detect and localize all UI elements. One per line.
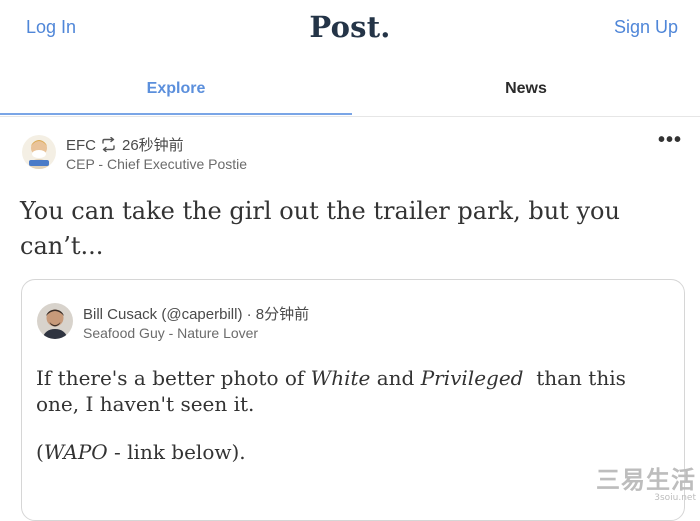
quoted-emphasis: Privileged (420, 366, 524, 390)
quoted-author-avatar[interactable] (37, 303, 73, 339)
quoted-emphasis: WAPO (43, 440, 108, 464)
quoted-post-card[interactable]: Bill Cusack (@caperbill) · 8分钟前 Seafood … (21, 279, 685, 521)
quoted-author-name[interactable]: Bill Cusack (@caperbill) (83, 306, 242, 323)
post-header: EFC 26秒钟前 CEP - Chief Executive Postie ••… (22, 129, 682, 175)
site-watermark: 三易生活 3soiu.net (596, 467, 696, 503)
quoted-author-line: Bill Cusack (@caperbill) · 8分钟前 (83, 303, 309, 324)
quoted-author-subtitle: Seafood Guy - Nature Lover (83, 325, 259, 341)
tab-news[interactable]: News (352, 62, 700, 115)
post-body: You can take the girl out the trailer pa… (20, 197, 620, 260)
post-author-name[interactable]: EFC (66, 137, 96, 154)
watermark-url: 3soiu.net (654, 493, 696, 503)
top-header: Log In Post. Sign Up (0, 0, 700, 58)
quoted-post-time: 8分钟前 (255, 306, 310, 323)
quoted-paragraph-1: If there's a better photo of White and P… (36, 365, 656, 417)
quoted-post-body: If there's a better photo of White and P… (36, 365, 656, 465)
separator-dot: · (246, 306, 252, 323)
post-logo[interactable]: Post. (0, 10, 700, 44)
quoted-text-segment: - link below). (107, 440, 246, 464)
repost-icon (100, 136, 117, 156)
tab-bar: Explore News (0, 62, 700, 117)
ellipsis-icon[interactable]: ••• (658, 129, 682, 152)
post-author-line: EFC 26秒钟前 (66, 134, 184, 156)
signup-link[interactable]: Sign Up (614, 17, 678, 38)
quoted-text-segment: ( (36, 440, 44, 464)
quoted-paragraph-2: (WAPO - link below). (36, 439, 656, 465)
post-time: 26秒钟前 (122, 137, 184, 154)
author-avatar[interactable] (22, 135, 56, 169)
watermark-text: 三易生活 (596, 466, 696, 494)
post-author-subtitle: CEP - Chief Executive Postie (66, 156, 248, 172)
quoted-text-segment: If there's a better photo of (36, 366, 311, 390)
tab-explore[interactable]: Explore (0, 62, 352, 115)
quoted-emphasis: White (310, 366, 371, 390)
quoted-text-segment: and (370, 366, 421, 390)
